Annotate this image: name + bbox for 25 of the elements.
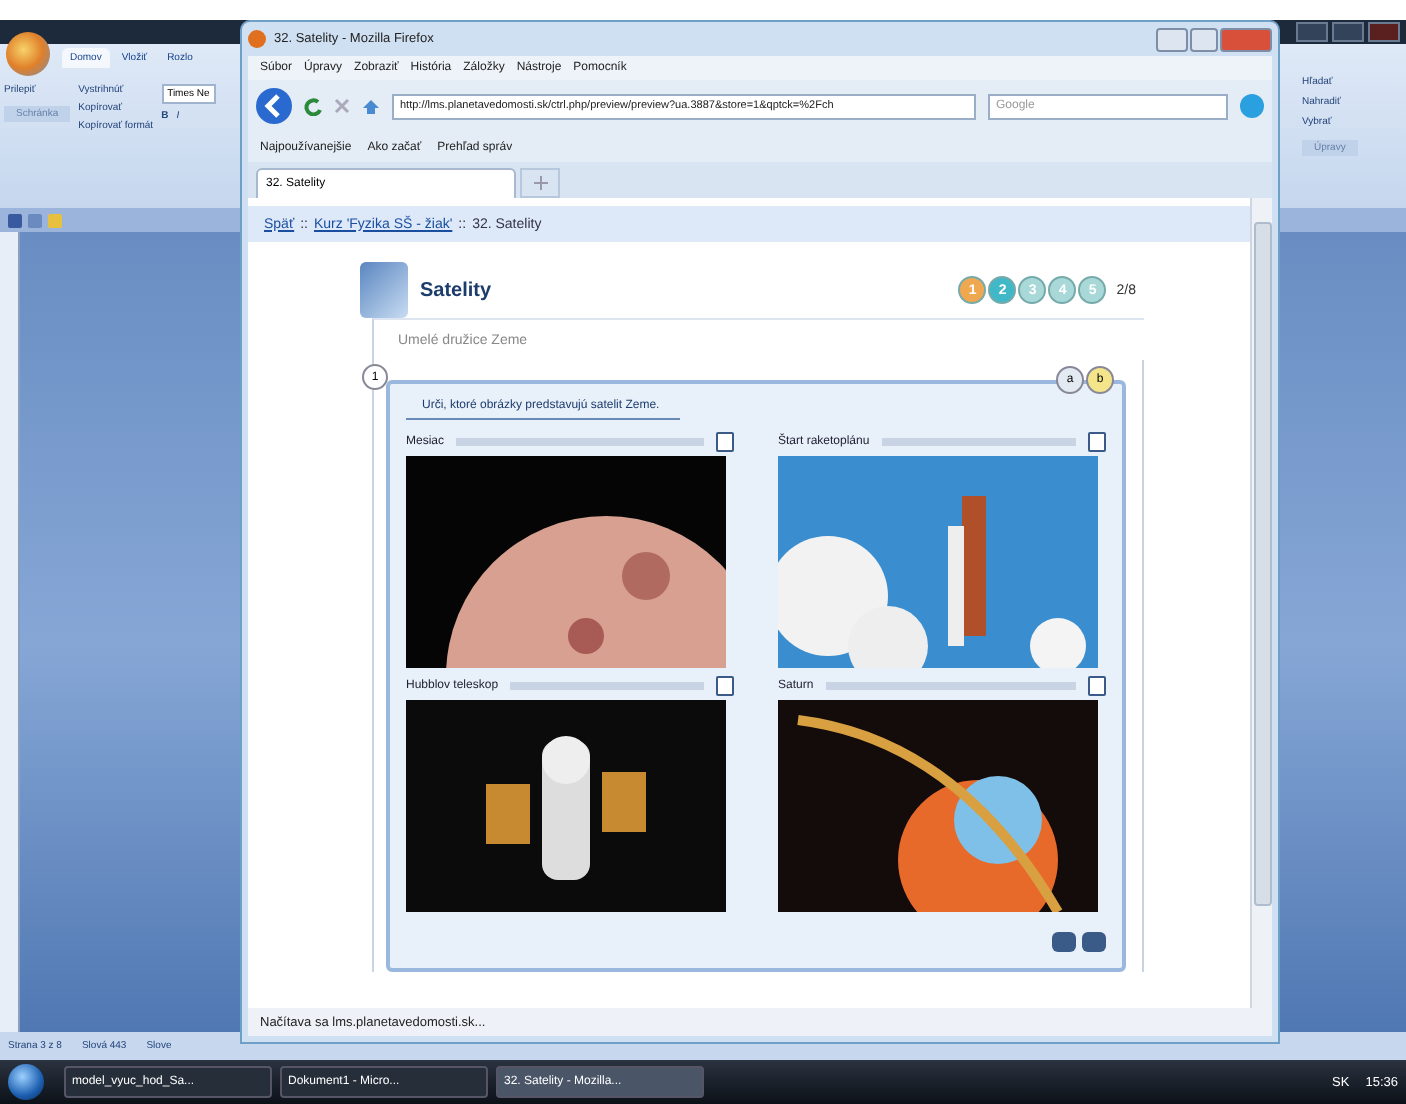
plus-icon bbox=[533, 176, 547, 190]
new-tab-button[interactable] bbox=[520, 168, 560, 198]
save-icon[interactable] bbox=[8, 213, 22, 227]
lesson-title: Satelity bbox=[420, 279, 492, 301]
stop-icon[interactable] bbox=[334, 98, 350, 114]
checkbox[interactable] bbox=[1088, 676, 1106, 696]
minimize-button[interactable] bbox=[1296, 22, 1328, 42]
maximize-button[interactable] bbox=[1190, 27, 1218, 51]
scrollbar[interactable] bbox=[1250, 198, 1272, 1008]
maximize-button[interactable] bbox=[1332, 22, 1364, 42]
lesson-logo bbox=[360, 262, 408, 318]
close-button[interactable] bbox=[1368, 22, 1400, 42]
checkbox[interactable] bbox=[716, 432, 734, 452]
tool-icon[interactable] bbox=[1052, 932, 1076, 952]
start-button[interactable] bbox=[8, 1064, 44, 1100]
minimize-button[interactable] bbox=[1156, 27, 1188, 51]
office-button[interactable] bbox=[6, 32, 50, 76]
home-icon[interactable] bbox=[362, 97, 380, 115]
checkbox[interactable] bbox=[716, 676, 734, 696]
reload-icon[interactable] bbox=[304, 97, 322, 115]
close-button[interactable] bbox=[1220, 27, 1272, 51]
checkbox[interactable] bbox=[1088, 432, 1106, 452]
back-icon[interactable] bbox=[256, 88, 292, 124]
undo-icon[interactable] bbox=[28, 213, 42, 227]
tool-icon[interactable] bbox=[1082, 932, 1106, 952]
